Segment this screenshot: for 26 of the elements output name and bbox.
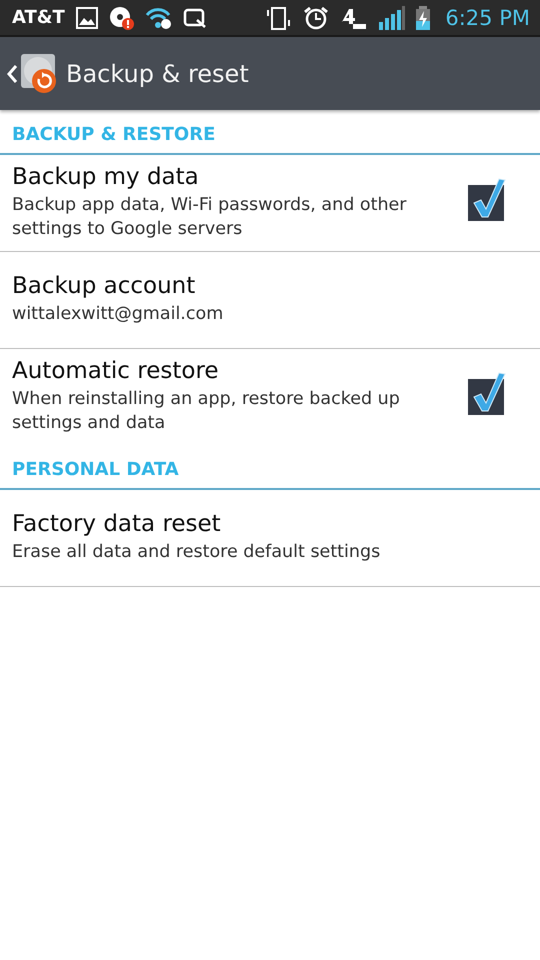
carrier-name: AT&T bbox=[12, 7, 65, 28]
settings-item[interactable]: Automatic restore When reinstalling an app, restore backed up settings and data bbox=[0, 349, 540, 445]
alarm-clock-icon bbox=[303, 6, 330, 30]
settings-item[interactable]: Backup my data Backup app data, Wi-Fi passwords, and other settings to Google servers bbox=[0, 155, 540, 252]
battery-charging-icon bbox=[415, 6, 432, 30]
wifi-icon bbox=[144, 6, 173, 30]
section-header: BACKUP & RESTORE bbox=[0, 110, 540, 155]
screen-title: Backup & reset bbox=[66, 60, 249, 88]
item-summary: wittalexwitt@gmail.com bbox=[12, 303, 224, 326]
signal-icon bbox=[377, 6, 406, 30]
item-summary: Backup app data, Wi-Fi passwords, and other settings to Google servers bbox=[12, 194, 408, 241]
image-icon bbox=[74, 6, 99, 30]
clock-time: 6:25 PM bbox=[445, 6, 530, 30]
disc-alert-icon bbox=[108, 6, 135, 30]
item-title: Factory data reset bbox=[12, 511, 222, 538]
checkbox[interactable] bbox=[468, 177, 506, 221]
section-header: PERSONAL DATA bbox=[0, 445, 540, 490]
settings-item[interactable]: Factory data reset Erase all data and restore default settings bbox=[0, 490, 540, 587]
back-caret-icon bbox=[6, 64, 18, 84]
settings-item[interactable]: Backup account wittalexwitt@gmail.com bbox=[0, 252, 540, 349]
item-title: Backup account bbox=[12, 273, 196, 300]
item-title: Backup my data bbox=[12, 164, 200, 190]
checkbox[interactable] bbox=[468, 371, 506, 415]
item-title: Automatic restore bbox=[12, 358, 220, 384]
item-summary: When reinstalling an app, restore backed up settings and data bbox=[12, 388, 401, 435]
item-summary: Erase all data and restore default settings bbox=[12, 541, 382, 564]
